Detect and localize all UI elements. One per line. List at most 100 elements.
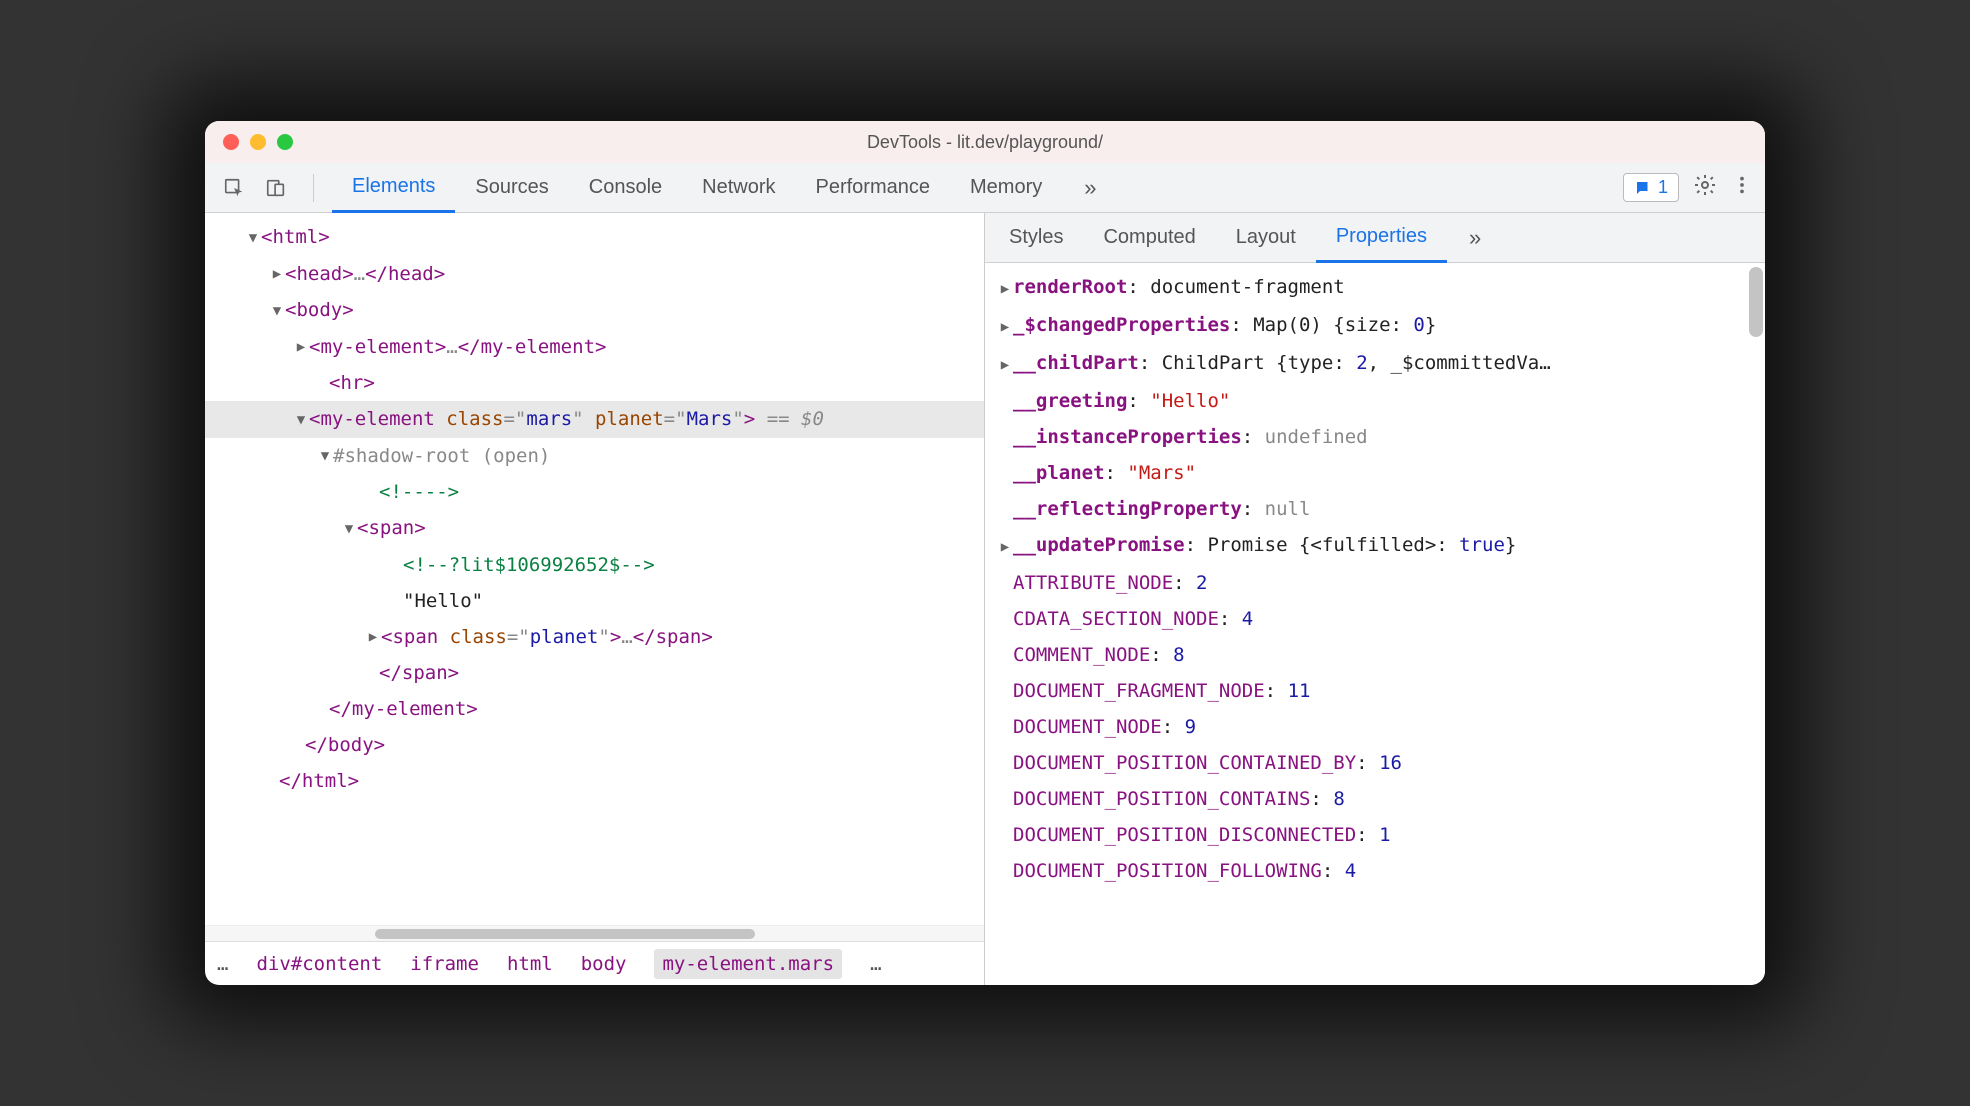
tab-performance[interactable]: Performance (796, 163, 951, 213)
expand-toggle-icon[interactable]: ▶ (293, 329, 309, 365)
property-value: document-fragment (1150, 276, 1344, 298)
property-name: ATTRIBUTE_NODE (1013, 572, 1173, 594)
property-name: DOCUMENT_POSITION_CONTAINED_BY (1013, 752, 1356, 774)
expand-toggle-icon[interactable]: ▼ (269, 293, 285, 329)
property-value: 1 (1379, 824, 1390, 846)
property-row[interactable]: ▶renderRoot: document-fragment (997, 269, 1753, 307)
dom-node[interactable]: ▼<my-element class="mars" planet="Mars">… (205, 401, 984, 438)
dom-node[interactable]: "Hello" (205, 583, 984, 619)
settings-icon[interactable] (1693, 173, 1717, 203)
expand-toggle-icon[interactable]: ▼ (245, 220, 261, 256)
expand-toggle-icon[interactable]: ▼ (341, 511, 357, 547)
expand-toggle-icon[interactable]: ▶ (365, 619, 381, 655)
property-value: "Mars" (1127, 462, 1196, 484)
sidebar-tab-layout[interactable]: Layout (1216, 213, 1316, 263)
horizontal-scrollbar[interactable] (205, 925, 984, 941)
dom-node[interactable]: </span> (205, 655, 984, 691)
property-row[interactable]: ▶__updatePromise: Promise {<fulfilled>: … (997, 527, 1753, 565)
breadcrumb-ellipsis-right[interactable]: … (870, 953, 881, 975)
tab-network[interactable]: Network (682, 163, 795, 213)
property-value: 2 (1196, 572, 1207, 594)
sidebar-more-tabs-icon[interactable]: » (1459, 225, 1491, 251)
dom-node[interactable]: <hr> (205, 365, 984, 401)
properties-list[interactable]: ▶renderRoot: document-fragment▶_$changed… (985, 263, 1765, 985)
minimize-window-button[interactable] (250, 134, 266, 150)
dom-node[interactable]: ▶<head>…</head> (205, 256, 984, 293)
breadcrumb-item[interactable]: div#content (256, 953, 382, 975)
property-name: DOCUMENT_FRAGMENT_NODE (1013, 680, 1265, 702)
device-toggle-icon[interactable] (259, 171, 293, 205)
property-name: renderRoot (1013, 276, 1127, 298)
dom-node[interactable]: </my-element> (205, 691, 984, 727)
issues-count: 1 (1658, 177, 1668, 198)
property-row[interactable]: __instanceProperties: undefined (997, 419, 1753, 455)
dom-node[interactable]: <!--?lit$106992652$--> (205, 547, 984, 583)
expand-toggle-icon[interactable]: ▶ (997, 347, 1013, 383)
expand-toggle-icon[interactable]: ▶ (269, 256, 285, 292)
property-row[interactable]: DOCUMENT_FRAGMENT_NODE: 11 (997, 673, 1753, 709)
breadcrumb-item[interactable]: body (581, 953, 627, 975)
property-row[interactable]: CDATA_SECTION_NODE: 4 (997, 601, 1753, 637)
sidebar-tab-computed[interactable]: Computed (1083, 213, 1215, 263)
property-value: 9 (1185, 716, 1196, 738)
expand-toggle-icon[interactable]: ▼ (293, 402, 309, 438)
expand-toggle-icon[interactable]: ▼ (317, 438, 333, 474)
breadcrumb-item[interactable]: html (507, 953, 553, 975)
property-row[interactable]: DOCUMENT_POSITION_DISCONNECTED: 1 (997, 817, 1753, 853)
more-menu-icon[interactable] (1731, 174, 1753, 202)
expand-toggle-icon[interactable]: ▶ (997, 529, 1013, 565)
dom-node[interactable]: ▼<body> (205, 292, 984, 329)
dom-node[interactable]: ▼#shadow-root (open) (205, 438, 984, 475)
property-row[interactable]: DOCUMENT_POSITION_CONTAINED_BY: 16 (997, 745, 1753, 781)
sidebar-tab-properties[interactable]: Properties (1316, 213, 1447, 263)
dom-node[interactable]: </body> (205, 727, 984, 763)
dom-node[interactable]: ▶<my-element>…</my-element> (205, 329, 984, 366)
property-row[interactable]: ATTRIBUTE_NODE: 2 (997, 565, 1753, 601)
devtools-window: DevTools - lit.dev/playground/ ElementsS… (205, 121, 1765, 985)
tab-elements[interactable]: Elements (332, 163, 455, 213)
property-row[interactable]: DOCUMENT_POSITION_CONTAINS: 8 (997, 781, 1753, 817)
property-name: COMMENT_NODE (1013, 644, 1150, 666)
property-row[interactable]: __greeting: "Hello" (997, 383, 1753, 419)
property-value: "Hello" (1150, 390, 1230, 412)
dom-node[interactable]: <!----> (205, 474, 984, 510)
property-value: ChildPart {type: 2, _$committedVa… (1162, 352, 1551, 374)
expand-toggle-icon[interactable]: ▶ (997, 271, 1013, 307)
dom-node[interactable]: ▼<span> (205, 510, 984, 547)
more-tabs-icon[interactable]: » (1074, 175, 1106, 201)
property-row[interactable]: DOCUMENT_NODE: 9 (997, 709, 1753, 745)
tab-sources[interactable]: Sources (455, 163, 568, 213)
property-row[interactable]: DOCUMENT_POSITION_FOLLOWING: 4 (997, 853, 1753, 889)
sidebar-panel: StylesComputedLayoutProperties» ▶renderR… (985, 213, 1765, 985)
property-name: __planet (1013, 462, 1105, 484)
property-row[interactable]: COMMENT_NODE: 8 (997, 637, 1753, 673)
dom-node[interactable]: ▼<html> (205, 219, 984, 256)
dom-tree[interactable]: ▼<html>▶<head>…</head>▼<body>▶<my-elemen… (205, 213, 984, 925)
breadcrumb-item[interactable]: my-element.mars (654, 949, 842, 979)
inspect-element-icon[interactable] (217, 171, 251, 205)
property-row[interactable]: ▶_$changedProperties: Map(0) {size: 0} (997, 307, 1753, 345)
scrollbar-thumb[interactable] (375, 929, 755, 939)
breadcrumb-item[interactable]: iframe (410, 953, 479, 975)
property-row[interactable]: __planet: "Mars" (997, 455, 1753, 491)
property-value: Promise {<fulfilled>: true} (1207, 534, 1516, 556)
vertical-scrollbar-thumb[interactable] (1749, 267, 1763, 337)
property-value: null (1265, 498, 1311, 520)
property-value: 4 (1345, 860, 1356, 882)
property-row[interactable]: ▶__childPart: ChildPart {type: 2, _$comm… (997, 345, 1753, 383)
tab-console[interactable]: Console (569, 163, 682, 213)
maximize-window-button[interactable] (277, 134, 293, 150)
tab-memory[interactable]: Memory (950, 163, 1062, 213)
main-toolbar: ElementsSourcesConsoleNetworkPerformance… (205, 163, 1765, 213)
breadcrumbs: … div#content iframe html body my-element.ma… (205, 941, 984, 985)
expand-toggle-icon[interactable]: ▶ (997, 309, 1013, 345)
dom-node[interactable]: ▶<span class="planet">…</span> (205, 619, 984, 656)
close-window-button[interactable] (223, 134, 239, 150)
property-name: CDATA_SECTION_NODE (1013, 608, 1219, 630)
breadcrumb-ellipsis-left[interactable]: … (217, 953, 228, 975)
sidebar-tab-styles[interactable]: Styles (989, 213, 1083, 263)
dom-node[interactable]: </html> (205, 763, 984, 799)
property-name: __greeting (1013, 390, 1127, 412)
issues-badge[interactable]: 1 (1623, 173, 1679, 202)
property-row[interactable]: __reflectingProperty: null (997, 491, 1753, 527)
